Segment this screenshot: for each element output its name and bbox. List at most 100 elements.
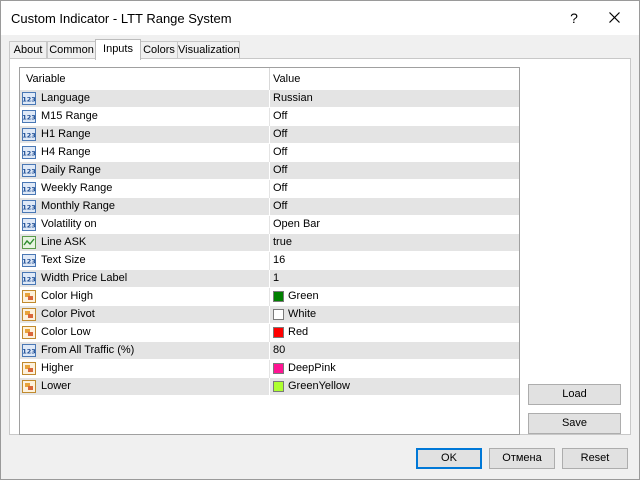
variable-value[interactable]: White	[288, 306, 316, 323]
variable-value[interactable]: Off	[273, 180, 287, 197]
number-param-icon: 123	[22, 272, 36, 285]
variable-value[interactable]: 16	[273, 252, 285, 269]
svg-text:123: 123	[22, 186, 36, 194]
cell-separator	[269, 270, 270, 288]
table-row[interactable]: 123 Weekly Range Off	[20, 180, 519, 198]
variable-name: Color Pivot	[41, 308, 95, 320]
variable-name: Lower	[41, 380, 71, 392]
cell-separator	[269, 180, 270, 198]
table-row[interactable]: Color High Green	[20, 288, 519, 306]
table-row[interactable]: Color Low Red	[20, 324, 519, 342]
table-row[interactable]: 123 H1 Range Off	[20, 126, 519, 144]
table-row[interactable]: Color Pivot White	[20, 306, 519, 324]
bool-param-icon	[22, 236, 36, 249]
variable-value[interactable]: 1	[273, 270, 279, 287]
variable-value[interactable]: Red	[288, 324, 308, 341]
variable-value[interactable]: Green	[288, 288, 319, 305]
tab-about[interactable]: About	[9, 41, 47, 59]
variable-value[interactable]: Open Bar	[273, 216, 320, 233]
save-button[interactable]: Save	[528, 413, 621, 434]
cancel-button[interactable]: Отмена	[489, 448, 555, 469]
color-param-icon	[22, 362, 36, 375]
dialog-window: Custom Indicator - LTT Range System ? Ab…	[0, 0, 640, 480]
variable-value[interactable]: true	[273, 234, 292, 251]
inputs-grid[interactable]: Variable Value 123 Language Russian 123 M15 …	[19, 67, 520, 435]
cell-separator	[269, 306, 270, 324]
variable-name: Width Price Label	[41, 272, 128, 284]
table-row[interactable]: 123 Monthly Range Off	[20, 198, 519, 216]
close-icon	[608, 12, 620, 23]
table-row[interactable]: 123 Width Price Label 1	[20, 270, 519, 288]
number-param-icon: 123	[22, 110, 36, 123]
grid-header: Variable Value	[20, 68, 519, 90]
color-swatch	[273, 309, 284, 320]
window-title: Custom Indicator - LTT Range System	[11, 11, 232, 26]
variable-name: Language	[41, 92, 90, 104]
table-row[interactable]: 123 Language Russian	[20, 90, 519, 108]
variable-name: Higher	[41, 362, 74, 374]
cell-separator	[269, 378, 270, 396]
svg-text:123: 123	[22, 276, 36, 284]
variable-name: M15 Range	[41, 110, 98, 122]
color-param-icon	[22, 326, 36, 339]
variable-value[interactable]: Off	[273, 198, 287, 215]
variable-value[interactable]: 80	[273, 342, 285, 359]
table-row[interactable]: Higher DeepPink	[20, 360, 519, 378]
table-row[interactable]: 123 H4 Range Off	[20, 144, 519, 162]
svg-text:123: 123	[22, 150, 36, 158]
column-header-value[interactable]: Value	[273, 68, 300, 90]
variable-value[interactable]: Off	[273, 108, 287, 125]
close-button[interactable]	[601, 5, 627, 31]
variable-name: Monthly Range	[41, 200, 115, 212]
cell-separator	[269, 126, 270, 144]
ok-button[interactable]: OK	[416, 448, 482, 469]
tab-visualization[interactable]: Visualization	[177, 41, 240, 59]
color-param-icon	[22, 380, 36, 393]
table-row[interactable]: 123 Volatility on Open Bar	[20, 216, 519, 234]
number-param-icon: 123	[22, 128, 36, 141]
column-separator[interactable]	[269, 68, 270, 90]
table-row[interactable]: 123 M15 Range Off	[20, 108, 519, 126]
svg-text:123: 123	[22, 96, 36, 104]
help-button[interactable]: ?	[561, 5, 587, 31]
number-param-icon: 123	[22, 218, 36, 231]
cell-separator	[269, 90, 270, 108]
variable-name: Line ASK	[41, 236, 87, 248]
color-swatch	[273, 291, 284, 302]
table-row[interactable]: Lower GreenYellow	[20, 378, 519, 396]
number-param-icon: 123	[22, 146, 36, 159]
color-param-icon	[22, 308, 36, 321]
variable-value[interactable]: GreenYellow	[288, 378, 350, 395]
table-row[interactable]: 123 Daily Range Off	[20, 162, 519, 180]
svg-text:123: 123	[22, 114, 36, 122]
variable-name: H4 Range	[41, 146, 91, 158]
variable-name: Color High	[41, 290, 93, 302]
cell-separator	[269, 198, 270, 216]
variable-value[interactable]: Off	[273, 126, 287, 143]
variable-value[interactable]: DeepPink	[288, 360, 336, 377]
svg-text:123: 123	[22, 348, 36, 356]
cell-separator	[269, 288, 270, 306]
variable-name: Weekly Range	[41, 182, 113, 194]
reset-button[interactable]: Reset	[562, 448, 628, 469]
cell-separator	[269, 252, 270, 270]
table-row[interactable]: 123 Text Size 16	[20, 252, 519, 270]
variable-name: Daily Range	[41, 164, 101, 176]
load-button[interactable]: Load	[528, 384, 621, 405]
tab-colors[interactable]: Colors	[140, 41, 178, 59]
variable-name: H1 Range	[41, 128, 91, 140]
tab-inputs[interactable]: Inputs	[95, 39, 141, 60]
table-row[interactable]: Line ASK true	[20, 234, 519, 252]
cell-separator	[269, 162, 270, 180]
table-row[interactable]: 123 From All Traffic (%) 80	[20, 342, 519, 360]
tab-common[interactable]: Common	[47, 41, 96, 59]
color-swatch	[273, 381, 284, 392]
color-swatch	[273, 363, 284, 374]
number-param-icon: 123	[22, 200, 36, 213]
variable-value[interactable]: Off	[273, 144, 287, 161]
variable-value[interactable]: Russian	[273, 90, 313, 107]
number-param-icon: 123	[22, 92, 36, 105]
column-header-variable[interactable]: Variable	[26, 68, 66, 90]
svg-text:123: 123	[22, 222, 36, 230]
variable-value[interactable]: Off	[273, 162, 287, 179]
